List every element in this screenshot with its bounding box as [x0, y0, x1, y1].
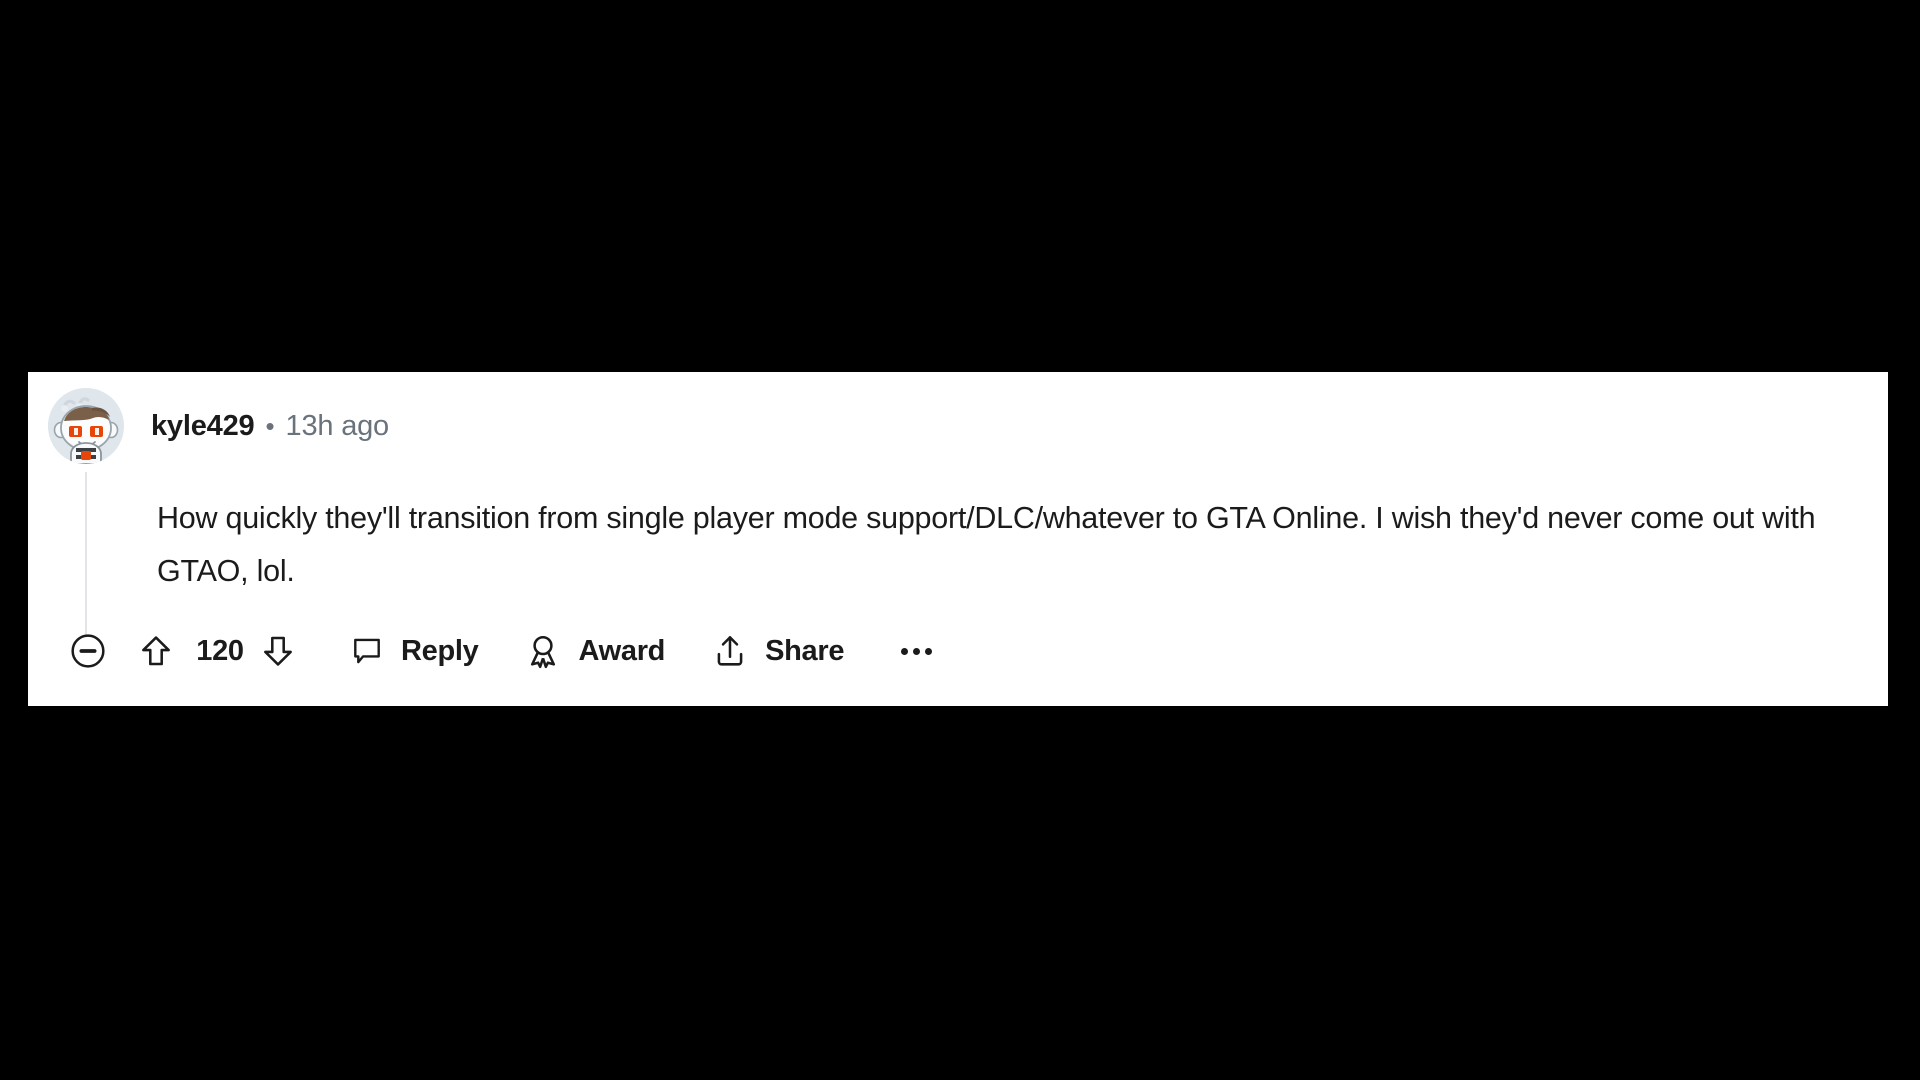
- collapse-thread-button[interactable]: [68, 629, 112, 673]
- minus-circle-icon: [68, 631, 108, 671]
- reply-label: Reply: [401, 634, 479, 667]
- comment-timestamp[interactable]: 13h ago: [286, 410, 390, 443]
- comment-action-bar: 120 Reply Award Share: [68, 620, 938, 682]
- comment-meta: kyle429 • 13h ago: [151, 410, 389, 443]
- upvote-arrow-icon: [137, 632, 175, 670]
- share-button[interactable]: Share: [711, 624, 845, 678]
- ellipsis-icon: [900, 647, 932, 655]
- meta-separator: •: [265, 410, 275, 441]
- award-ribbon-icon: [524, 632, 562, 670]
- screen-root: kyle429 • 13h ago How quickly they'll tr…: [0, 0, 1920, 1080]
- vote-group: 120: [137, 629, 303, 673]
- downvote-button[interactable]: [259, 629, 303, 673]
- comment-bubble-icon: [349, 633, 385, 669]
- reply-button[interactable]: Reply: [349, 624, 479, 678]
- comment-card: kyle429 • 13h ago How quickly they'll tr…: [28, 372, 1888, 706]
- comment-text: How quickly they'll transition from sing…: [157, 501, 1816, 588]
- upvote-button[interactable]: [137, 629, 181, 673]
- avatar[interactable]: [48, 388, 124, 464]
- vote-count: 120: [196, 634, 244, 667]
- award-label: Award: [578, 634, 666, 667]
- award-button[interactable]: Award: [524, 624, 665, 678]
- snoo-avatar-icon: [48, 388, 124, 464]
- more-options-button[interactable]: [894, 629, 938, 673]
- thread-line[interactable]: [85, 472, 87, 636]
- comment-header: kyle429 • 13h ago: [48, 380, 389, 472]
- share-label: Share: [765, 634, 845, 667]
- share-upload-icon: [711, 632, 749, 670]
- comment-author[interactable]: kyle429: [151, 410, 255, 443]
- downvote-arrow-icon: [259, 632, 297, 670]
